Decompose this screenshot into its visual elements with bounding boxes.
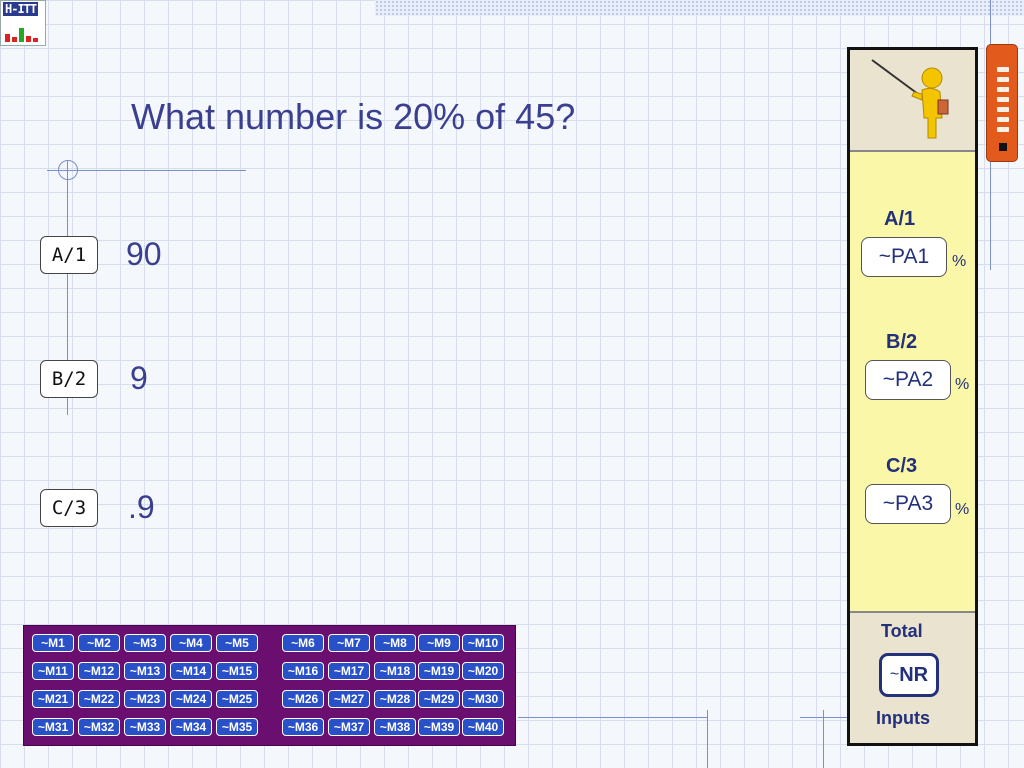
matrix-cell[interactable]: ~M8 bbox=[374, 634, 416, 652]
matrix-cell[interactable]: ~M26 bbox=[282, 690, 324, 708]
matrix-cell[interactable]: ~M12 bbox=[78, 662, 120, 680]
option-c-answer: .9 bbox=[128, 489, 155, 525]
matrix-cell[interactable]: ~M15 bbox=[216, 662, 258, 680]
total-label: Total bbox=[881, 621, 923, 641]
result-a-value: ~PA1 bbox=[861, 237, 947, 277]
result-b-value: ~PA2 bbox=[865, 360, 951, 400]
matrix-cell[interactable]: ~M1 bbox=[32, 634, 74, 652]
divider-line bbox=[518, 717, 708, 718]
matrix-cell[interactable]: ~M7 bbox=[328, 634, 370, 652]
result-a-label: A/1 bbox=[884, 208, 916, 230]
teacher-pointer-icon bbox=[871, 59, 949, 139]
matrix-cell[interactable]: ~M10 bbox=[462, 634, 504, 652]
divider-line bbox=[800, 717, 850, 718]
matrix-cell[interactable]: ~M31 bbox=[32, 718, 74, 736]
vertical-guide-line bbox=[707, 710, 708, 768]
matrix-cell[interactable]: ~M14 bbox=[170, 662, 212, 680]
matrix-cell[interactable]: ~M11 bbox=[32, 662, 74, 680]
matrix-cell[interactable]: ~M27 bbox=[328, 690, 370, 708]
matrix-cell[interactable]: ~M36 bbox=[282, 718, 324, 736]
matrix-cell[interactable]: ~M32 bbox=[78, 718, 120, 736]
matrix-cell[interactable]: ~M30 bbox=[462, 690, 504, 708]
matrix-cell[interactable]: ~M6 bbox=[282, 634, 324, 652]
matrix-cell[interactable]: ~M21 bbox=[32, 690, 74, 708]
matrix-cell[interactable]: ~M17 bbox=[328, 662, 370, 680]
matrix-cell[interactable]: ~M20 bbox=[462, 662, 504, 680]
matrix-cell[interactable]: ~M35 bbox=[216, 718, 258, 736]
matrix-cell[interactable]: ~M39 bbox=[418, 718, 460, 736]
clicker-remote-icon bbox=[986, 44, 1018, 162]
matrix-cell[interactable]: ~M37 bbox=[328, 718, 370, 736]
matrix-cell[interactable]: ~M19 bbox=[418, 662, 460, 680]
header-dotted-band bbox=[375, 0, 1024, 16]
matrix-cell[interactable]: ~M33 bbox=[124, 718, 166, 736]
matrix-cell[interactable]: ~M16 bbox=[282, 662, 324, 680]
matrix-cell[interactable]: ~M38 bbox=[374, 718, 416, 736]
matrix-cell[interactable]: ~M23 bbox=[124, 690, 166, 708]
result-b-label: B/2 bbox=[886, 331, 918, 353]
total-responses-box: ~ NR bbox=[879, 653, 939, 697]
result-a-unit: % bbox=[952, 253, 967, 270]
result-b-unit: % bbox=[955, 376, 970, 393]
matrix-cell[interactable]: ~M29 bbox=[418, 690, 460, 708]
total-prefix: ~ bbox=[889, 666, 900, 683]
option-a-answer: 90 bbox=[126, 236, 162, 272]
question-title: What number is 20% of 45? bbox=[131, 96, 576, 137]
result-c-value: ~PA3 bbox=[865, 484, 951, 524]
matrix-cell[interactable]: ~M18 bbox=[374, 662, 416, 680]
result-c-label: C/3 bbox=[886, 455, 918, 477]
matrix-cell[interactable]: ~M9 bbox=[418, 634, 460, 652]
crosshair-circle bbox=[58, 160, 78, 180]
matrix-cell[interactable]: ~M34 bbox=[170, 718, 212, 736]
response-matrix: ~M1 ~M2 ~M3 ~M4 ~M5 ~M6 ~M7 ~M8 ~M9 ~M10 ~M11 ~M12 ~… bbox=[23, 625, 516, 746]
matrix-cell[interactable]: ~M13 bbox=[124, 662, 166, 680]
option-a-button[interactable]: A/1 bbox=[40, 236, 98, 274]
option-c-button[interactable]: C/3 bbox=[40, 489, 98, 527]
matrix-cell[interactable]: ~M40 bbox=[462, 718, 504, 736]
matrix-cell[interactable]: ~M5 bbox=[216, 634, 258, 652]
matrix-cell[interactable]: ~M22 bbox=[78, 690, 120, 708]
inputs-label: Inputs bbox=[876, 708, 930, 728]
matrix-cell[interactable]: ~M28 bbox=[374, 690, 416, 708]
option-b-answer: 9 bbox=[130, 360, 148, 396]
matrix-cell[interactable]: ~M24 bbox=[170, 690, 212, 708]
option-b-button[interactable]: B/2 bbox=[40, 360, 98, 398]
matrix-cell[interactable]: ~M4 bbox=[170, 634, 212, 652]
matrix-cell[interactable]: ~M25 bbox=[216, 690, 258, 708]
total-value: NR bbox=[899, 663, 929, 686]
matrix-cell[interactable]: ~M2 bbox=[78, 634, 120, 652]
matrix-cell[interactable]: ~M3 bbox=[124, 634, 166, 652]
h-itt-logo: H-ITT bbox=[0, 0, 46, 46]
result-c-unit: % bbox=[955, 501, 970, 518]
vertical-guide-line bbox=[823, 710, 824, 768]
